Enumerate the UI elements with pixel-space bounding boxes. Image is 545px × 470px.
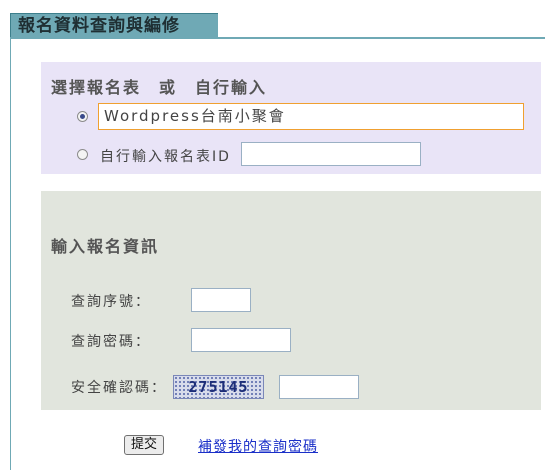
custom-id-input[interactable] bbox=[241, 142, 421, 166]
captcha-image: 275145 bbox=[173, 375, 264, 399]
form-select-title: 選擇報名表 或 自行輸入 bbox=[51, 78, 268, 97]
page-title: 報名資料查詢與編修 bbox=[18, 16, 180, 36]
form-select-field[interactable]: Wordpress台南小聚會 bbox=[98, 103, 524, 130]
selected-form-value: Wordpress台南小聚會 bbox=[104, 107, 286, 125]
frame-top-border bbox=[10, 37, 545, 39]
submit-button[interactable]: 提交 bbox=[124, 435, 165, 455]
custom-id-label: 自行輸入報名表ID bbox=[100, 149, 231, 165]
captcha-label: 安全確認碼： bbox=[71, 380, 167, 396]
radio-select-form[interactable] bbox=[77, 111, 88, 122]
page-title-tab: 報名資料查詢與編修 bbox=[10, 13, 218, 38]
frame-left-border bbox=[10, 37, 11, 470]
password-label: 查詢密碼： bbox=[71, 334, 151, 350]
info-title: 輸入報名資訊 bbox=[51, 237, 160, 256]
radio-custom-id[interactable] bbox=[77, 149, 88, 160]
info-panel: 輸入報名資訊 查詢序號： 查詢密碼： 安全確認碼： 275145 bbox=[41, 191, 541, 410]
serial-input[interactable] bbox=[191, 288, 251, 312]
serial-label: 查詢序號： bbox=[71, 294, 151, 310]
form-select-panel: 選擇報名表 或 自行輸入 Wordpress台南小聚會 自行輸入報名表ID bbox=[41, 62, 541, 174]
resend-password-link[interactable]: 補發我的查詢密碼 bbox=[198, 436, 318, 456]
captcha-input[interactable] bbox=[279, 375, 359, 399]
password-input[interactable] bbox=[191, 328, 291, 352]
